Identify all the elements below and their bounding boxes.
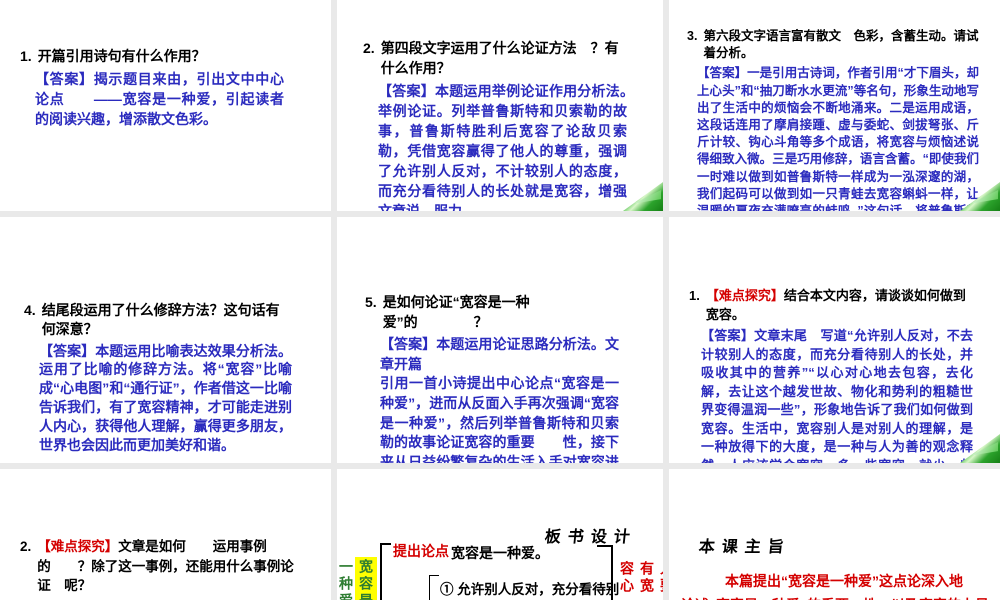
board-design-title: 板书设计 bbox=[543, 529, 638, 546]
qa-block: 2. 第四段文字运用了什么论证方法 ？有什么作用？ 【答案】本题运用举例论证作用… bbox=[363, 38, 655, 211]
question-text: 第四段文字运用了什么论证方法 ？有什么作用？ bbox=[380, 40, 619, 76]
qa-block: 1. 【难点探究】结合本文内容，请谈谈如何做到宽容。 【答案】文章末尾 写道“允… bbox=[689, 287, 973, 463]
qa-block: 2. 【难点探究】文章是如何 运用事例的 ？除了这一事例，还能用什么事例论证 呢… bbox=[20, 537, 294, 600]
question-number: 4. bbox=[24, 302, 36, 318]
qa-block: 5. 是如何论证“宽容是一种爱”的 ？ 【答案】本题运用论证思路分析法。文章开篇… bbox=[365, 293, 619, 463]
answer-label: 【答案】 bbox=[39, 342, 96, 359]
answer-text: 文章末尾 写道“允许别人反对，不去计较别人的态度，而充分看待别人的长处，并吸收其… bbox=[701, 328, 973, 463]
qa-block: 3. 第六段文字语言富有散文 色彩，含蓄生动。请试着分析。 【答案】一是引用古诗… bbox=[687, 28, 992, 211]
lesson-theme-line1: 本篇提出“宽容是一种爱”这点论深入地 bbox=[725, 573, 963, 589]
qa-block: 1. 开篇引用诗句有什么作用？ 【答案】揭示题目来由，引出文中中心论点 ——宽容… bbox=[20, 46, 284, 129]
lesson-theme-line2: 论述“宽容是一种爱”的重要 性，以及宽容的力量所在 bbox=[681, 595, 1000, 600]
question-text: 是如何论证“宽容是一种爱”的 ？ bbox=[382, 294, 530, 330]
question-text: 第六段文字语言富有散文 色彩，含蓄生动。请试着分析。 bbox=[703, 29, 979, 61]
question-text: 【难点探究】文章是如何 运用事例的 ？除了这一事例，还能用什么事例论证 呢？ bbox=[37, 537, 294, 596]
board-inner-bracket bbox=[429, 575, 439, 600]
answer-label: 【答案】 bbox=[380, 336, 437, 353]
question-number: 2. bbox=[363, 40, 375, 56]
answer-paragraph: 【答案】揭示题目来由，引出文中中心论点 ——宽容是一种爱，引起读者的阅读兴趣，增… bbox=[35, 69, 284, 129]
slide-sorter-grid: 1. 开篇引用诗句有什么作用？ 【答案】揭示题目来由，引出文中中心论点 ——宽容… bbox=[0, 0, 1000, 600]
qa-block: 4. 结尾段运用了什么修辞方法？这句话有何深意？ 【答案】本题运用比喻表达效果分… bbox=[24, 301, 292, 454]
answer-label: 【答案】 bbox=[697, 66, 748, 81]
answer-lead-line: 【答案】本题运用论证思路分析法。文章开篇 bbox=[380, 335, 619, 374]
question-number: 1. bbox=[20, 48, 32, 64]
answer-text: 引用一首小诗提出中心论点“宽容是一种爱”，进而从反面入手再次强调“宽容是一种爱”… bbox=[380, 375, 619, 463]
question-label: 【难点探究】 bbox=[705, 288, 784, 303]
question-number: 3. bbox=[687, 29, 698, 43]
answer-paragraph: 【答案】一是引用古诗词，作者引用“才下眉头，却上心头”和“抽刀断水水更流”等名句… bbox=[697, 65, 992, 211]
question-text: 开篇引用诗句有什么作用？ bbox=[37, 48, 206, 64]
question-label: 【难点探究】 bbox=[37, 539, 119, 554]
slide-thumbnail-q5[interactable]: 5. 是如何论证“宽容是一种爱”的 ？ 【答案】本题运用论证思路分析法。文章开篇… bbox=[337, 217, 663, 463]
answer-text: 本题运用举例论证作用分析法。 举例论证。列举普鲁斯特和贝索勒的故事，普鲁斯特胜利… bbox=[378, 83, 656, 211]
board-main-topic-highlight: 宽容是一种爱 bbox=[338, 557, 377, 600]
answer-paragraph: 【答案】本题运用举例论证作用分析法。 举例论证。列举普鲁斯特和贝索勒的故事，普鲁… bbox=[378, 81, 655, 211]
question-number: 2. bbox=[20, 539, 32, 554]
page-curl-icon bbox=[960, 434, 1000, 463]
board-right-conclusion: 人要有宽容心 bbox=[619, 561, 663, 595]
board-outer-bracket-right bbox=[597, 545, 613, 600]
board-step-label: 提出论点 bbox=[393, 543, 449, 559]
lesson-theme-title: 本课主旨 bbox=[697, 539, 792, 556]
answer-paragraph: 【答案】文章末尾 写道“允许别人反对，不去计较别人的态度，而充分看待别人的长处，… bbox=[701, 327, 973, 463]
question-text: 【难点探究】结合本文内容，请谈谈如何做到宽容。 bbox=[706, 287, 973, 324]
slide-thumbnail-q3[interactable]: 3. 第六段文字语言富有散文 色彩，含蓄生动。请试着分析。 【答案】一是引用古诗… bbox=[669, 0, 1000, 211]
question-number: 1. bbox=[689, 288, 700, 303]
slide-thumbnail-explore1[interactable]: 1. 【难点探究】结合本文内容，请谈谈如何做到宽容。 【答案】文章末尾 写道“允… bbox=[669, 217, 1000, 463]
board-outer-bracket-left bbox=[380, 543, 391, 600]
slide-thumbnail-q2[interactable]: 2. 第四段文字运用了什么论证方法 ？有什么作用？ 【答案】本题运用举例论证作用… bbox=[337, 0, 663, 211]
slide-thumbnail-explore2[interactable]: 2. 【难点探究】文章是如何 运用事例的 ？除了这一事例，还能用什么事例论证 呢… bbox=[0, 469, 331, 600]
answer-text: 一是引用古诗词，作者引用“才下眉头，却上心头”和“抽刀断水水更流”等名句，形象生… bbox=[697, 66, 992, 211]
question-text: 结尾段运用了什么修辞方法？这句话有何深意？ bbox=[41, 302, 280, 337]
answer-label: 【答案】 bbox=[35, 71, 94, 87]
question-number: 5. bbox=[365, 294, 377, 310]
slide-thumbnail-board-design[interactable]: 板书设计 宽容是一种爱 提出论点 宽容是一种爱。 ① 允许别人反对，充分看待别人… bbox=[337, 469, 663, 600]
answer-label: 【答案】 bbox=[701, 328, 755, 343]
answer-label: 【答案】 bbox=[378, 83, 435, 99]
page-curl-icon bbox=[623, 182, 663, 211]
slide-thumbnail-q1[interactable]: 1. 开篇引用诗句有什么作用？ 【答案】揭示题目来由，引出文中中心论点 ——宽容… bbox=[0, 0, 331, 211]
page-curl-icon bbox=[960, 182, 1000, 211]
slide-thumbnail-q4[interactable]: 4. 结尾段运用了什么修辞方法？这句话有何深意？ 【答案】本题运用比喻表达效果分… bbox=[0, 217, 331, 463]
slide-thumbnail-lesson-theme[interactable]: 本课主旨 本篇提出“宽容是一种爱”这点论深入地 论述“宽容是一种爱”的重要 性，… bbox=[669, 469, 1000, 600]
board-step-text: 宽容是一种爱。 bbox=[451, 545, 549, 561]
answer-text: 本题运用比喻表达效果分析法。运用了比喻的修辞方法。将“宽容”比喻成“心电图”和“… bbox=[39, 342, 293, 453]
answer-paragraph: 【答案】本题运用论证思路分析法。文章开篇 引用一首小诗提出中心论点“宽容是一种爱… bbox=[380, 335, 619, 463]
answer-paragraph: 【答案】本题运用比喻表达效果分析法。运用了比喻的修辞方法。将“宽容”比喻成“心电… bbox=[39, 342, 292, 455]
